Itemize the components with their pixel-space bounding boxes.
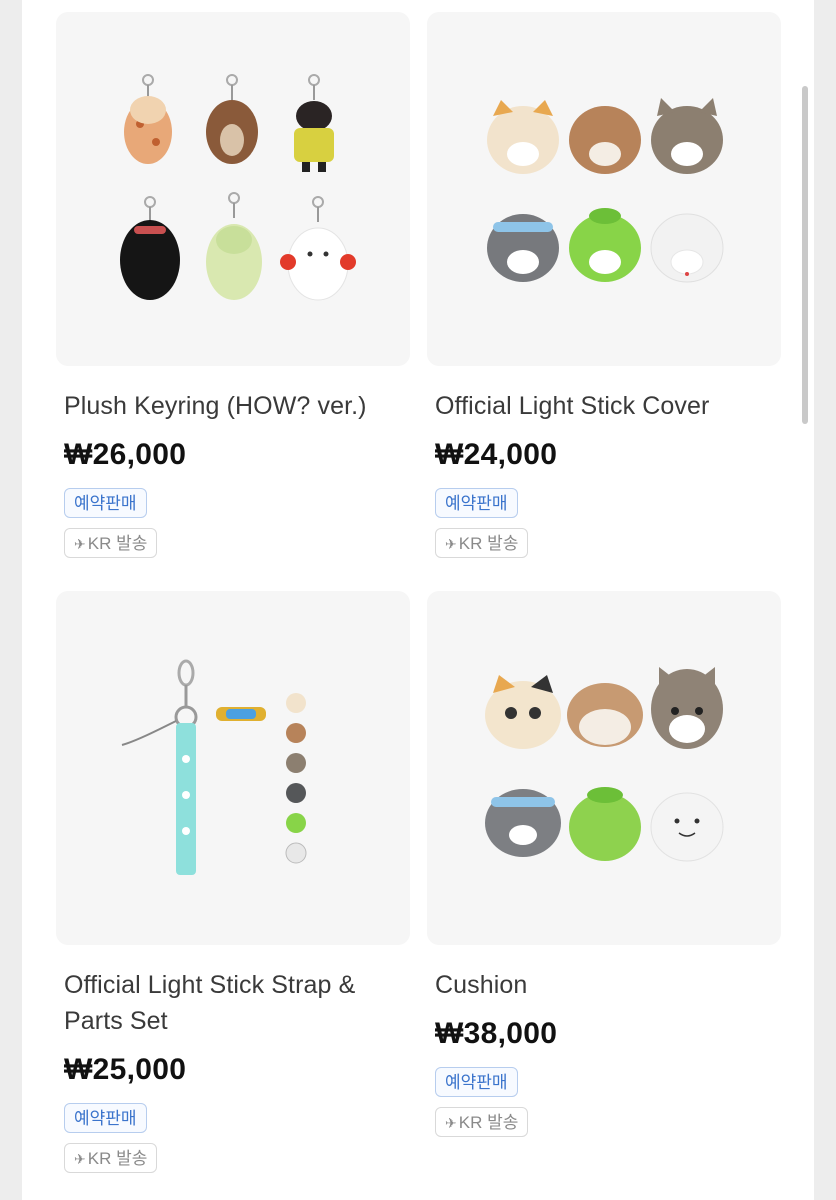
product-price: ₩38,000	[435, 1017, 558, 1050]
product-price: ₩25,000	[64, 1053, 187, 1086]
shipping-label: KR 발송	[458, 1113, 519, 1132]
preorder-badge: 예약판매	[435, 488, 518, 518]
shipping-badge: ✈ KR 발송	[64, 528, 158, 558]
light-stick-strap-image[interactable]	[56, 591, 410, 945]
shipping-label: KR 발송	[87, 1149, 148, 1168]
preorder-badge: 예약판매	[64, 1103, 147, 1133]
airplane-icon: ✈	[445, 1115, 457, 1131]
product-name[interactable]: Cushion	[427, 967, 781, 1003]
product-price: ₩26,000	[64, 438, 187, 471]
product-grid-page: Plush Keyring (HOW? ver.) ₩26,000 예약판매 ✈…	[22, 0, 814, 1200]
light-stick-cover-image[interactable]	[427, 12, 781, 366]
product-card[interactable]: Cushion ₩38,000 예약판매 ✈ KR 발송	[427, 591, 781, 1137]
product-badges: 예약판매 ✈ KR 발송	[427, 1067, 781, 1137]
product-badges: 예약판매 ✈ KR 발송	[427, 488, 781, 558]
product-name[interactable]: Official Light Stick Strap & Parts Set	[56, 967, 410, 1039]
cushion-image[interactable]	[427, 591, 781, 945]
product-card[interactable]: Plush Keyring (HOW? ver.) ₩26,000 예약판매 ✈…	[56, 12, 410, 558]
airplane-icon: ✈	[445, 536, 457, 552]
airplane-icon: ✈	[74, 1151, 86, 1167]
shipping-label: KR 발송	[458, 534, 519, 553]
plush-keyring-image[interactable]	[56, 12, 410, 366]
product-badges: 예약판매 ✈ KR 발송	[56, 1103, 410, 1173]
product-badges: 예약판매 ✈ KR 발송	[56, 488, 410, 558]
shipping-badge: ✈ KR 발송	[64, 1143, 158, 1173]
product-name[interactable]: Official Light Stick Cover	[427, 388, 781, 424]
airplane-icon: ✈	[74, 536, 86, 552]
preorder-badge: 예약판매	[435, 1067, 518, 1097]
scrollbar[interactable]	[802, 86, 808, 424]
shipping-label: KR 발송	[87, 534, 148, 553]
product-price: ₩24,000	[435, 438, 558, 471]
shipping-badge: ✈ KR 발송	[435, 528, 529, 558]
product-card[interactable]: Official Light Stick Strap & Parts Set ₩…	[56, 591, 410, 1173]
preorder-badge: 예약판매	[64, 488, 147, 518]
product-name[interactable]: Plush Keyring (HOW? ver.)	[56, 388, 410, 424]
product-card[interactable]: Official Light Stick Cover ₩24,000 예약판매 …	[427, 12, 781, 558]
shipping-badge: ✈ KR 발송	[435, 1107, 529, 1137]
